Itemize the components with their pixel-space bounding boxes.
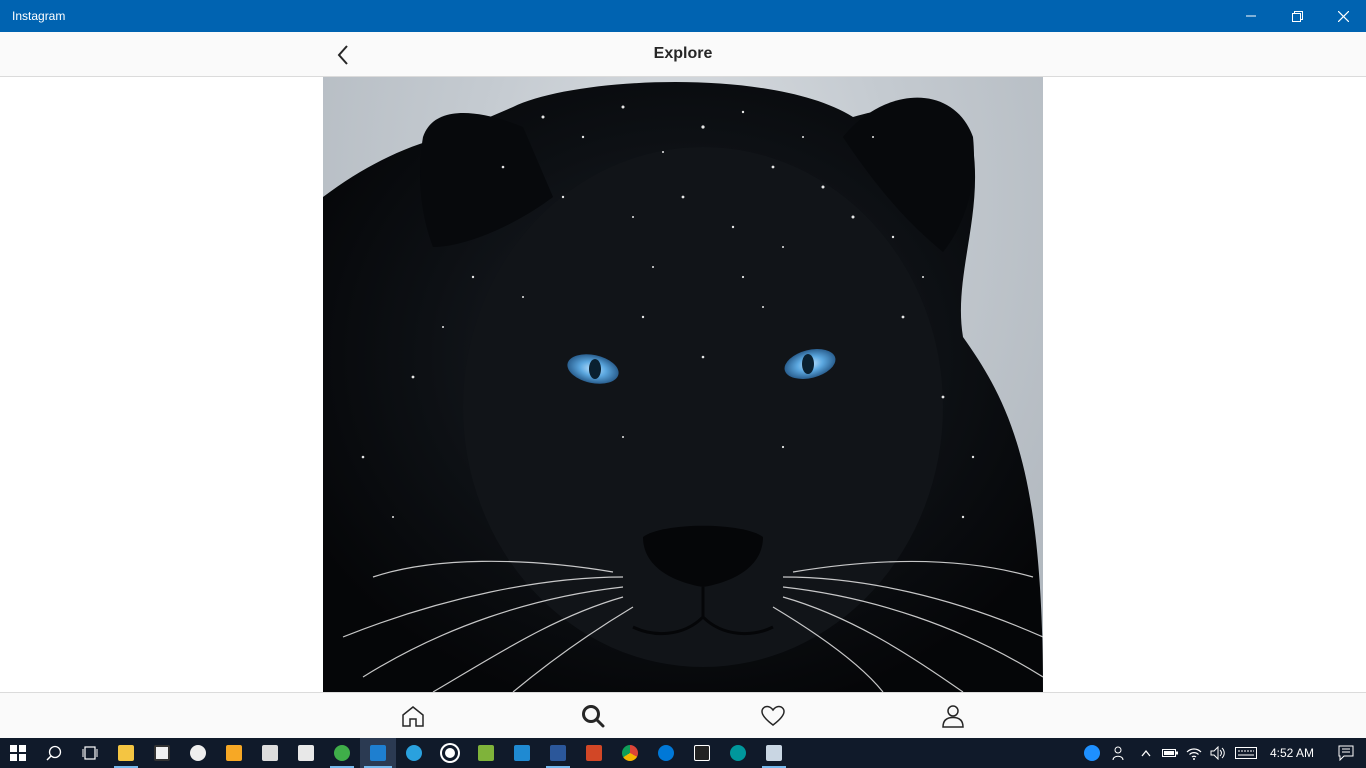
profile-icon: [942, 705, 964, 728]
wifi-icon: [1186, 748, 1202, 760]
vscode-icon: [514, 745, 530, 761]
notification-icon: [1338, 745, 1354, 761]
amazon-icon: [190, 745, 206, 761]
volume-icon: [1210, 746, 1225, 760]
bottom-navigation: [0, 692, 1366, 738]
minecraft-icon: [478, 745, 494, 761]
taskbar-powerpoint[interactable]: [576, 738, 612, 768]
minimize-icon: [1246, 15, 1256, 17]
network-tool-icon: [766, 745, 782, 761]
taskbar-edge[interactable]: [648, 738, 684, 768]
post-image[interactable]: [323, 77, 1043, 692]
restore-icon: [1291, 10, 1303, 22]
windows-taskbar: 4:52 AM: [0, 738, 1366, 768]
search-icon: [46, 745, 62, 761]
panther-illustration: [323, 82, 1043, 692]
taskbar-file-explorer[interactable]: [108, 738, 144, 768]
edge-icon: [658, 745, 674, 761]
wifi-tray-button[interactable]: [1182, 738, 1206, 768]
taskbar-app-green[interactable]: [324, 738, 360, 768]
taskbar-vscode[interactable]: [504, 738, 540, 768]
windows-logo-icon: [10, 745, 26, 761]
keyboard-tray-button[interactable]: [1230, 738, 1262, 768]
home-icon: [402, 706, 424, 727]
taskbar-telegram[interactable]: [396, 738, 432, 768]
taskbar-word[interactable]: [540, 738, 576, 768]
taskbar-instagram[interactable]: [360, 738, 396, 768]
window-titlebar: Instagram: [0, 0, 1366, 32]
taskbar-store[interactable]: [144, 738, 180, 768]
arduino-icon: [730, 745, 746, 761]
word-icon: [550, 745, 566, 761]
nav-activity-button[interactable]: [758, 701, 788, 731]
people-tray-button[interactable]: [1106, 738, 1134, 768]
taskbar-chrome[interactable]: [612, 738, 648, 768]
taskbar-amazon[interactable]: [180, 738, 216, 768]
taskbar-media-player[interactable]: [216, 738, 252, 768]
taskbar-pe-tool[interactable]: [684, 738, 720, 768]
nav-search-button[interactable]: [578, 701, 608, 731]
task-view-button[interactable]: [72, 738, 108, 768]
app-header: Explore: [0, 32, 1366, 77]
page-title: Explore: [653, 45, 713, 62]
taskbar-groove[interactable]: [432, 738, 468, 768]
groove-icon: [442, 745, 458, 761]
battery-icon: [1161, 749, 1178, 757]
taskbar-camera[interactable]: [252, 738, 288, 768]
explore-content: [0, 77, 1366, 692]
close-icon: [1337, 10, 1349, 22]
volume-tray-button[interactable]: [1206, 738, 1230, 768]
taskbar-mail[interactable]: [288, 738, 324, 768]
people-icon: [1112, 746, 1124, 761]
instagram-icon: [370, 745, 386, 761]
media-player-icon: [226, 745, 242, 761]
telegram-icon: [406, 745, 422, 761]
search-icon: [582, 705, 605, 728]
taskbar-arduino[interactable]: [720, 738, 756, 768]
taskbar-network-tool[interactable]: [756, 738, 792, 768]
task-view-icon: [82, 746, 98, 760]
taskbar-minecraft[interactable]: [468, 738, 504, 768]
system-tray: 4:52 AM: [1078, 738, 1366, 768]
battery-tray-button[interactable]: [1158, 738, 1182, 768]
pe-tool-icon: [694, 745, 710, 761]
store-icon: [154, 745, 170, 761]
show-hidden-icons-button[interactable]: [1134, 738, 1158, 768]
keyboard-icon: [1234, 747, 1257, 759]
chevron-up-icon: [1141, 749, 1151, 757]
help-tray-button[interactable]: [1078, 738, 1106, 768]
chrome-icon: [622, 745, 638, 761]
mail-icon: [298, 745, 314, 761]
close-button[interactable]: [1320, 0, 1366, 32]
taskbar-clock[interactable]: 4:52 AM: [1262, 746, 1326, 760]
powerpoint-icon: [586, 745, 602, 761]
minimize-button[interactable]: [1228, 0, 1274, 32]
restore-button[interactable]: [1274, 0, 1320, 32]
start-button[interactable]: [0, 738, 36, 768]
nav-home-button[interactable]: [398, 701, 428, 731]
search-taskbar-button[interactable]: [36, 738, 72, 768]
heart-icon: [761, 705, 785, 726]
app-green-icon: [334, 745, 350, 761]
nav-profile-button[interactable]: [938, 701, 968, 731]
camera-icon: [262, 745, 278, 761]
action-center-button[interactable]: [1326, 738, 1366, 768]
folder-icon: [118, 745, 134, 761]
help-icon: [1083, 745, 1100, 761]
window-title: Instagram: [12, 9, 66, 23]
